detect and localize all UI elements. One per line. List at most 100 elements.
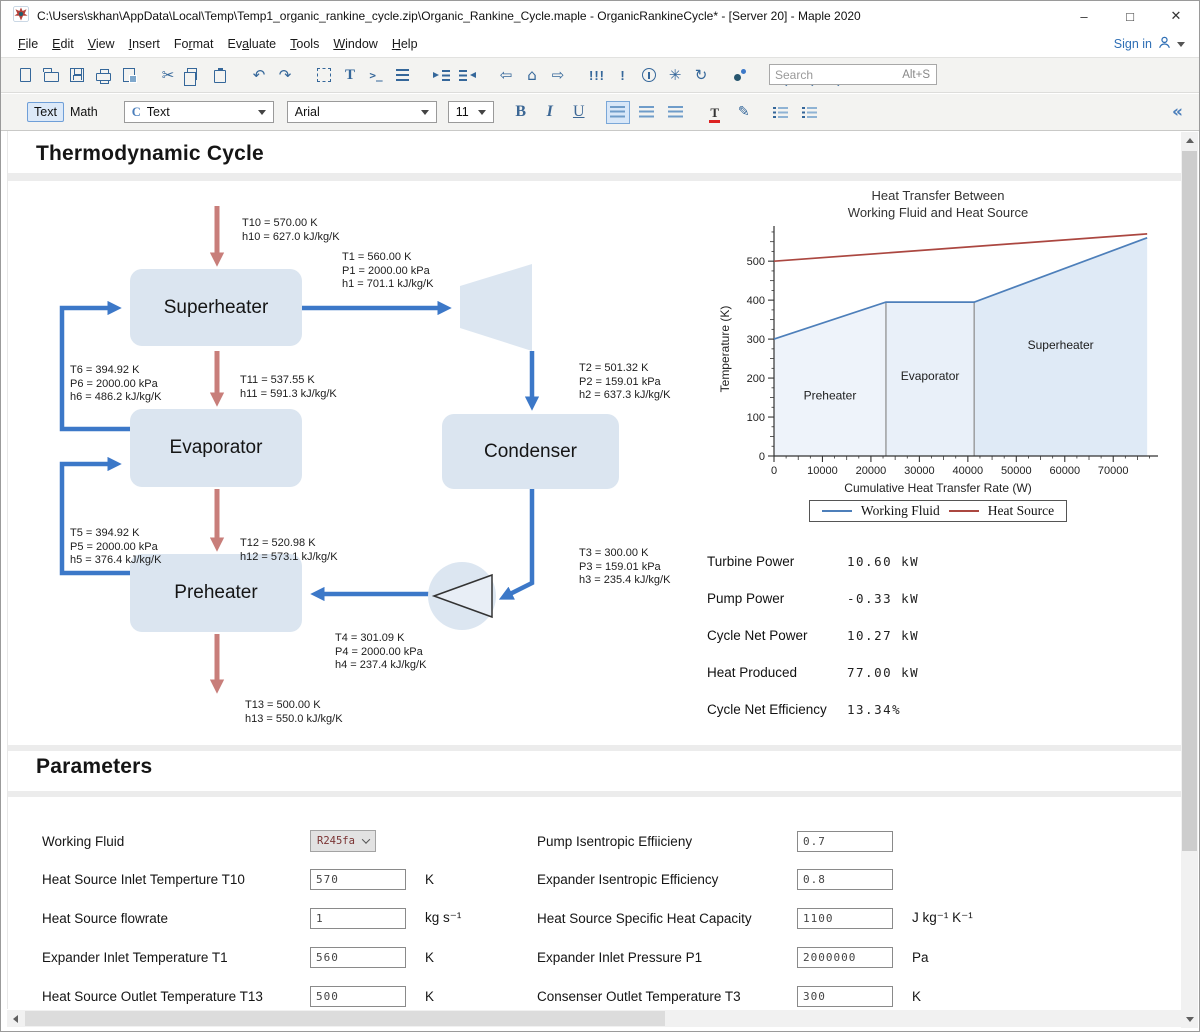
align-center-button[interactable] bbox=[635, 101, 659, 124]
parameter-unit: K bbox=[912, 989, 921, 1004]
insert-text-icon[interactable]: T bbox=[338, 63, 362, 87]
menu-evaluate[interactable]: Evaluate bbox=[220, 34, 283, 54]
paste-icon[interactable] bbox=[208, 63, 232, 87]
parameter-input-pump-eff[interactable] bbox=[797, 831, 893, 852]
redo-icon[interactable]: ↷ bbox=[273, 63, 297, 87]
svg-text:60000: 60000 bbox=[1049, 465, 1080, 476]
vertical-scrollbar[interactable] bbox=[1181, 132, 1198, 1028]
close-button[interactable]: ✕ bbox=[1153, 1, 1199, 31]
bold-button[interactable]: B bbox=[509, 101, 533, 124]
print-preview-icon[interactable] bbox=[117, 63, 141, 87]
parameter-input-t1[interactable] bbox=[310, 947, 406, 968]
scroll-left-button[interactable] bbox=[7, 1010, 24, 1027]
numbered-list-button[interactable] bbox=[798, 101, 822, 124]
parameter-unit: Pa bbox=[912, 950, 929, 965]
parameter-input-t13[interactable] bbox=[310, 986, 406, 1007]
user-icon[interactable] bbox=[1157, 35, 1172, 53]
section-title-parameters: Parameters bbox=[36, 755, 152, 779]
underline-button[interactable]: U bbox=[567, 101, 591, 124]
highlight-button[interactable]: ✎ bbox=[732, 101, 756, 124]
parameter-input-flowrate[interactable] bbox=[310, 908, 406, 929]
debug-icon[interactable]: ✳ bbox=[663, 63, 687, 87]
svg-text:30000: 30000 bbox=[904, 465, 935, 476]
text-mode-button[interactable]: Text bbox=[27, 102, 64, 122]
select-region-icon[interactable] bbox=[312, 63, 336, 87]
working-fluid-select[interactable]: R245fa bbox=[310, 830, 376, 852]
menu-help[interactable]: Help bbox=[385, 34, 425, 54]
result-value: -0.33 kW bbox=[847, 591, 919, 606]
result-label: Turbine Power bbox=[707, 554, 847, 569]
join-dots-icon[interactable] bbox=[728, 63, 752, 87]
insert-section-icon[interactable] bbox=[390, 63, 414, 87]
signin-caret-icon[interactable] bbox=[1177, 42, 1185, 47]
chart-ylabel: Temperature (K) bbox=[718, 284, 732, 414]
menu-insert[interactable]: Insert bbox=[122, 34, 167, 54]
minimize-button[interactable]: – bbox=[1061, 1, 1107, 31]
italic-button[interactable]: I bbox=[538, 101, 562, 124]
copy-icon[interactable] bbox=[182, 63, 206, 87]
math-mode-button[interactable]: Math bbox=[63, 102, 105, 122]
svg-text:200: 200 bbox=[747, 373, 765, 385]
stream-label-t12: T12 = 520.98 Kh12 = 573.1 kJ/kg/K bbox=[240, 537, 338, 564]
svg-text:70000: 70000 bbox=[1098, 465, 1129, 476]
menu-bar: FileEditViewInsertFormatEvaluateToolsWin… bbox=[1, 31, 1199, 57]
menu-edit[interactable]: Edit bbox=[45, 34, 81, 54]
home-icon[interactable]: ⌂ bbox=[520, 63, 544, 87]
title-bar: C:\Users\skhan\AppData\Local\Temp\Temp1_… bbox=[1, 1, 1199, 31]
restart-icon[interactable]: ↻ bbox=[689, 63, 713, 87]
result-label: Cycle Net Power bbox=[707, 628, 847, 643]
align-right-icon bbox=[668, 106, 683, 118]
print-icon[interactable] bbox=[91, 63, 115, 87]
parameter-row-p1: Expander Inlet Pressure P1 Pa bbox=[537, 945, 929, 969]
menu-format[interactable]: Format bbox=[167, 34, 221, 54]
execute-all-icon[interactable]: !!! bbox=[585, 63, 609, 87]
search-input[interactable] bbox=[770, 68, 902, 82]
indent-icon[interactable] bbox=[429, 63, 453, 87]
toolbar-icons: ✂↶↷T>_⇦⌂⇨!!!!✳↻+−? bbox=[13, 63, 882, 87]
outdent-icon[interactable] bbox=[455, 63, 479, 87]
parameter-input-cp[interactable] bbox=[797, 908, 893, 929]
bullet-list-button[interactable] bbox=[769, 101, 793, 124]
search-box[interactable]: Alt+S bbox=[769, 64, 937, 85]
font-family-select[interactable]: Arial bbox=[287, 101, 437, 123]
menu-view[interactable]: View bbox=[81, 34, 122, 54]
paragraph-style-select[interactable]: C Text bbox=[124, 101, 274, 123]
undo-icon[interactable]: ↶ bbox=[247, 63, 271, 87]
maximize-button[interactable]: □ bbox=[1107, 1, 1153, 31]
vertical-scroll-thumb[interactable] bbox=[1182, 151, 1197, 851]
font-size-select[interactable]: 11 bbox=[448, 101, 494, 123]
execute-icon[interactable]: ! bbox=[611, 63, 635, 87]
stream-label-t13: T13 = 500.00 Kh13 = 550.0 kJ/kg/K bbox=[245, 699, 343, 726]
parameter-input-t3[interactable] bbox=[797, 986, 893, 1007]
prompt-icon[interactable]: >_ bbox=[364, 63, 388, 87]
align-left-button[interactable] bbox=[606, 101, 630, 124]
cut-icon[interactable]: ✂ bbox=[156, 63, 180, 87]
horizontal-scroll-thumb[interactable] bbox=[25, 1011, 665, 1026]
menu-tools[interactable]: Tools bbox=[283, 34, 326, 54]
open-folder-icon[interactable] bbox=[39, 63, 63, 87]
new-document-icon[interactable] bbox=[13, 63, 37, 87]
menu-file[interactable]: File bbox=[11, 34, 45, 54]
scroll-down-button[interactable] bbox=[1181, 1011, 1198, 1028]
scroll-up-button[interactable] bbox=[1181, 132, 1198, 149]
font-color-button[interactable]: T bbox=[703, 101, 727, 124]
svg-text:Evaporator: Evaporator bbox=[901, 369, 960, 383]
chart-xlabel: Cumulative Heat Transfer Rate (W) bbox=[708, 481, 1168, 495]
interrupt-icon[interactable] bbox=[637, 63, 661, 87]
signin-area[interactable]: Sign in bbox=[1114, 31, 1185, 57]
menu-window[interactable]: Window bbox=[326, 34, 384, 54]
forward-icon[interactable]: ⇨ bbox=[546, 63, 570, 87]
save-icon[interactable] bbox=[65, 63, 89, 87]
stream-label-t10: T10 = 570.00 Kh10 = 627.0 kJ/kg/K bbox=[242, 217, 340, 244]
parameter-label: Heat Source flowrate bbox=[42, 911, 310, 926]
back-icon[interactable]: ⇦ bbox=[494, 63, 518, 87]
parameter-input-t10[interactable] bbox=[310, 869, 406, 890]
signin-link[interactable]: Sign in bbox=[1114, 37, 1152, 51]
scroll-up-icon bbox=[1186, 138, 1194, 143]
horizontal-scrollbar[interactable] bbox=[7, 1010, 1183, 1027]
collapse-toolbar-button[interactable]: « bbox=[1172, 102, 1183, 122]
parameter-input-expander-eff[interactable] bbox=[797, 869, 893, 890]
align-right-button[interactable] bbox=[664, 101, 688, 124]
parameter-input-p1[interactable] bbox=[797, 947, 893, 968]
result-value: 10.60 kW bbox=[847, 554, 919, 569]
